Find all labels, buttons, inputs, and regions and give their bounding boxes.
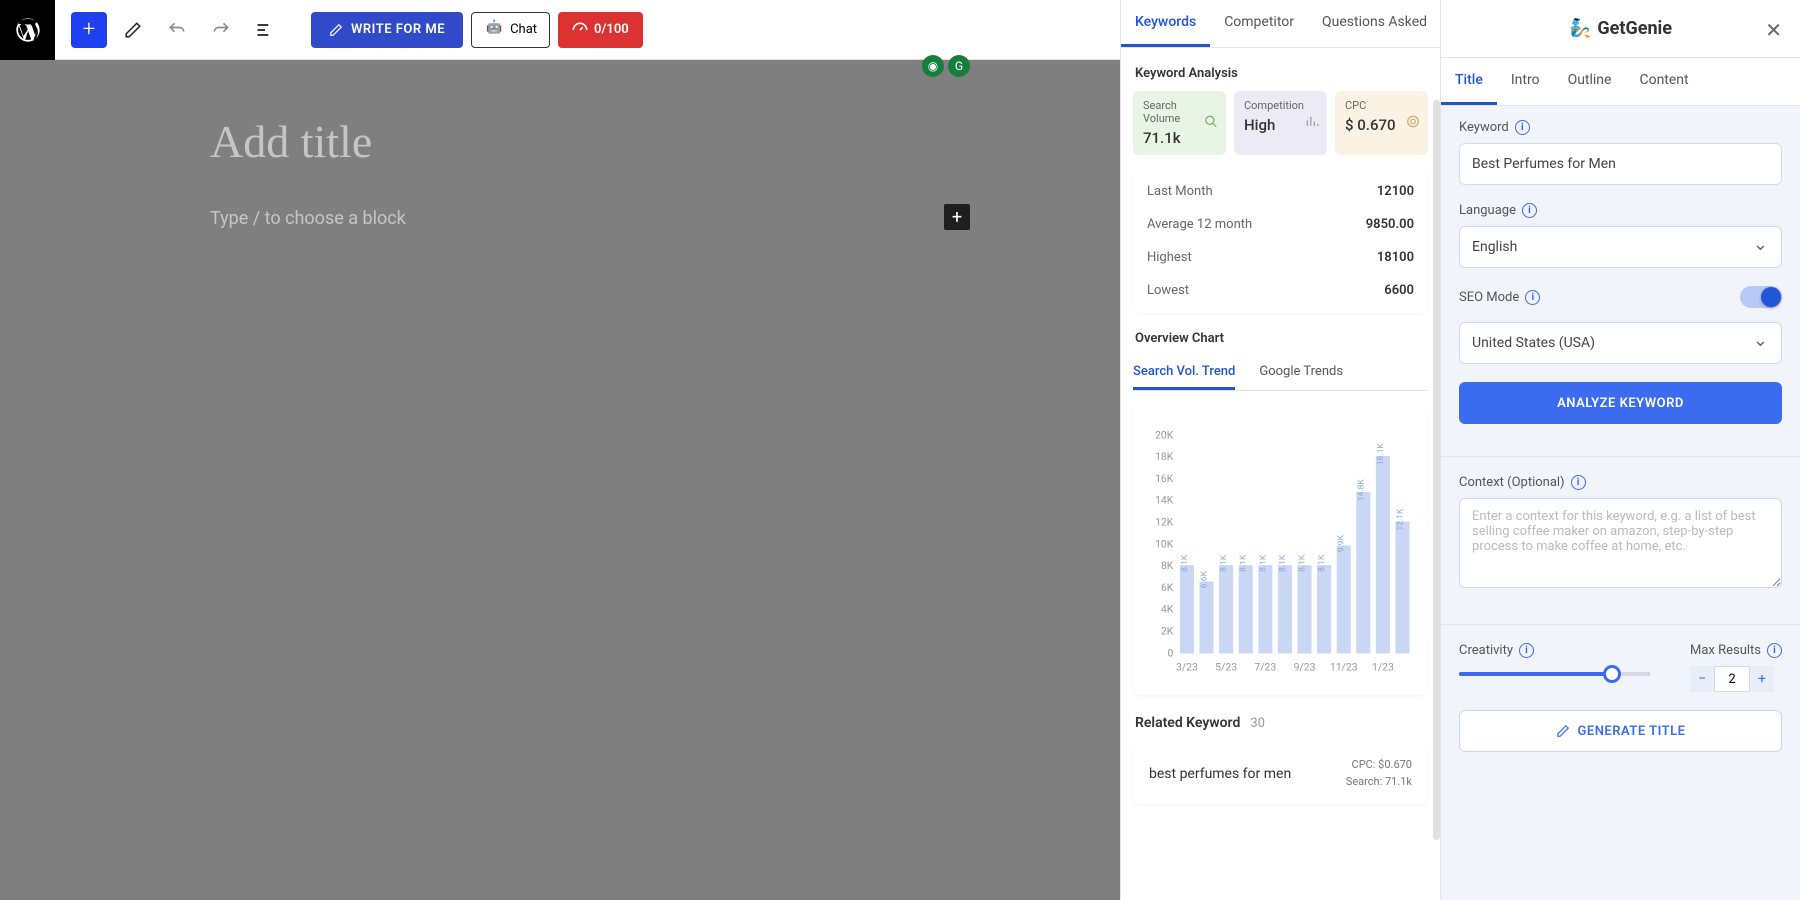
tab-title[interactable]: Title	[1441, 58, 1497, 105]
mid-tabs: Keywords Competitor Questions Asked	[1121, 0, 1440, 48]
generate-title-button[interactable]: GENERATE TITLE	[1459, 710, 1782, 752]
tab-outline[interactable]: Outline	[1554, 58, 1626, 105]
svg-text:8.1K: 8.1K	[1258, 554, 1268, 572]
svg-text:7/23: 7/23	[1254, 661, 1276, 674]
seo-mode-toggle[interactable]	[1740, 286, 1782, 308]
post-title-input[interactable]: Add title	[210, 115, 910, 168]
getgenie-logo: 🧞 GetGenie	[1569, 18, 1672, 39]
svg-text:8.1K: 8.1K	[1298, 554, 1308, 572]
decrement-button[interactable]: −	[1690, 666, 1714, 692]
tab-questions[interactable]: Questions Asked	[1308, 0, 1440, 47]
svg-text:5/23: 5/23	[1215, 661, 1237, 674]
related-keyword-count: 30	[1250, 716, 1265, 731]
search-icon	[1204, 114, 1218, 133]
genie-icon: 🧞	[1569, 18, 1591, 39]
country-select[interactable]	[1459, 322, 1782, 364]
metric-cpc: CPC $ 0.670	[1335, 91, 1428, 155]
info-icon[interactable]: i	[1515, 120, 1530, 135]
svg-text:9.9K: 9.9K	[1337, 534, 1347, 552]
write-for-me-button[interactable]: WRITE FOR ME	[311, 12, 463, 48]
info-icon[interactable]: i	[1519, 643, 1534, 658]
add-block-inline-button[interactable]: +	[944, 204, 970, 230]
svg-text:8K: 8K	[1161, 559, 1174, 572]
stats-box: Last Month12100 Average 12 month9850.00 …	[1133, 169, 1428, 313]
overview-chart-title: Overview Chart	[1135, 331, 1426, 346]
svg-text:14.8K: 14.8K	[1356, 479, 1366, 502]
svg-text:16K: 16K	[1155, 472, 1174, 485]
related-keyword-title: Related Keyword	[1135, 715, 1240, 731]
chat-label: Chat	[510, 22, 537, 37]
max-results-input[interactable]	[1714, 666, 1750, 692]
tab-competitor[interactable]: Competitor	[1210, 0, 1308, 47]
search-volume-chart: 20K 18K 16K 14K 12K 10K 8K 6K 4K 2K 0 8.1K 6.6K 8.1K 8…	[1133, 405, 1428, 695]
svg-text:11/23: 11/23	[1330, 661, 1358, 674]
bar-chart-icon	[1305, 114, 1319, 133]
keyword-panel: Keywords Competitor Questions Asked Keyw…	[1120, 0, 1440, 900]
close-icon[interactable]: ✕	[1765, 18, 1782, 42]
svg-text:10K: 10K	[1155, 537, 1174, 550]
edit-button[interactable]	[115, 12, 151, 48]
svg-text:0: 0	[1167, 646, 1173, 659]
chart-tab-search-vol[interactable]: Search Vol. Trend	[1133, 356, 1235, 390]
tab-keywords[interactable]: Keywords	[1121, 0, 1210, 47]
target-icon	[1406, 114, 1420, 133]
svg-text:3/23: 3/23	[1176, 661, 1198, 674]
metric-competition: Competition High	[1234, 91, 1327, 155]
grammarly-icon[interactable]: G	[948, 55, 970, 77]
info-icon[interactable]: i	[1525, 290, 1540, 305]
write-for-me-label: WRITE FOR ME	[351, 22, 445, 37]
svg-text:18.1K: 18.1K	[1376, 443, 1386, 466]
wp-logo[interactable]	[0, 0, 55, 60]
scrollbar[interactable]	[1433, 100, 1440, 840]
tab-content[interactable]: Content	[1625, 58, 1702, 105]
chart-tab-google-trends[interactable]: Google Trends	[1259, 356, 1343, 390]
chat-icon: 🤖	[484, 20, 504, 40]
related-keyword-item[interactable]: best perfumes for men CPC: $0.670 Search…	[1133, 743, 1428, 804]
undo-button[interactable]	[159, 12, 195, 48]
svg-text:2K: 2K	[1161, 625, 1174, 638]
svg-text:14K: 14K	[1155, 494, 1174, 507]
creativity-slider[interactable]	[1459, 672, 1650, 676]
info-icon[interactable]: i	[1767, 643, 1782, 658]
getgenie-panel: 🧞 GetGenie ✕ Title Intro Outline Content…	[1440, 0, 1800, 900]
tab-intro[interactable]: Intro	[1497, 58, 1554, 105]
keyword-input[interactable]	[1459, 143, 1782, 185]
score-label: 0/100	[594, 22, 629, 37]
svg-text:8.1K: 8.1K	[1239, 554, 1249, 572]
svg-text:8.1K: 8.1K	[1317, 554, 1327, 572]
keyword-analysis-title: Keyword Analysis	[1135, 66, 1426, 81]
editor-body: ◉ G Add title Type / to choose a block +	[0, 60, 1120, 900]
svg-text:18K: 18K	[1155, 450, 1174, 463]
language-select[interactable]	[1459, 226, 1782, 268]
increment-button[interactable]: +	[1750, 666, 1774, 692]
details-button[interactable]	[247, 12, 283, 48]
svg-text:20K: 20K	[1155, 428, 1174, 441]
analyze-keyword-button[interactable]: ANALYZE KEYWORD	[1459, 382, 1782, 424]
chat-button[interactable]: 🤖 Chat	[471, 12, 550, 48]
redo-button[interactable]	[203, 12, 239, 48]
seo-score-button[interactable]: 0/100	[558, 12, 643, 48]
svg-text:1/23: 1/23	[1372, 661, 1394, 674]
svg-text:4K: 4K	[1161, 603, 1174, 616]
context-textarea[interactable]	[1459, 498, 1782, 588]
svg-text:8.1K: 8.1K	[1180, 554, 1190, 572]
svg-text:9/23: 9/23	[1294, 661, 1316, 674]
svg-text:12K: 12K	[1155, 516, 1174, 529]
add-block-button[interactable]: +	[71, 12, 107, 48]
svg-text:6.6K: 6.6K	[1200, 570, 1210, 588]
info-icon[interactable]: i	[1571, 475, 1586, 490]
editor-toolbar: + WRITE FOR ME 🤖 Chat 0/100	[0, 0, 1120, 60]
svg-text:8.1K: 8.1K	[1278, 554, 1288, 572]
yoast-icon[interactable]: ◉	[922, 55, 944, 77]
metric-search-volume: Search Volume 71.1k	[1133, 91, 1226, 155]
svg-text:8.1K: 8.1K	[1219, 554, 1229, 572]
block-placeholder[interactable]: Type / to choose a block +	[210, 208, 910, 229]
info-icon[interactable]: i	[1522, 203, 1537, 218]
svg-text:12.1K: 12.1K	[1396, 508, 1406, 531]
svg-text:6K: 6K	[1161, 581, 1174, 594]
